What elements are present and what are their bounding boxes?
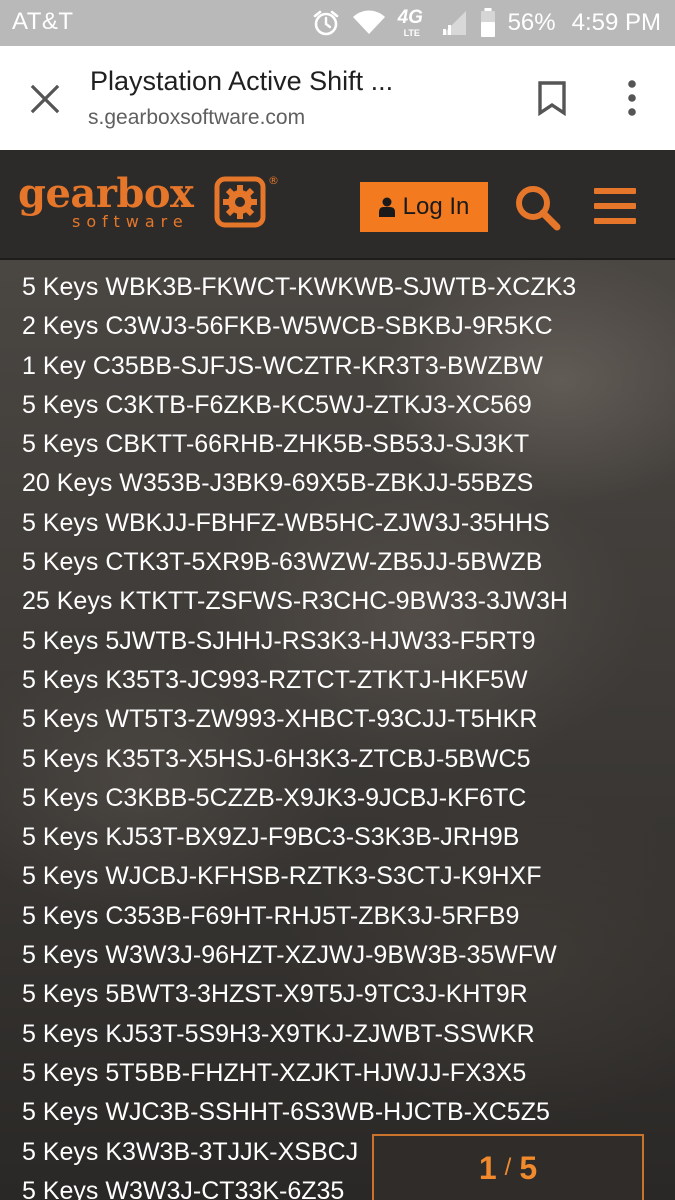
page-url[interactable]: s.gearboxsoftware.com: [88, 106, 305, 130]
logo-wordmark: gearbox: [18, 170, 194, 217]
hamburger-icon: [594, 188, 636, 194]
search-icon: [516, 186, 561, 231]
page-title: Playstation Active Shift ...: [90, 66, 394, 96]
key-item: 5 Keys WJCBJ-KFHSB-RZTK3-S3CTJ-K9HXF: [22, 862, 542, 891]
key-item: 5 Keys WBK3B-FKWCT-KWKWB-SJWTB-XCZK3: [22, 273, 577, 301]
key-item: 1 Key C35BB-SJFJS-WCZTR-KR3T3-BWZBW: [22, 351, 543, 380]
key-item: 5 Keys K35T3-JC993-RZTCT-ZTKTJ-HKF5W: [22, 665, 528, 694]
overflow-menu-button[interactable]: [610, 74, 654, 122]
key-item: 5 Keys 5T5BB-FHZHT-XZJKT-HJWJJ-FX3X5: [22, 1058, 527, 1087]
signal-icon: [441, 11, 466, 35]
key-item: 5 Keys KJ53T-5S9H3-X9TKJ-ZJWBT-SSWKR: [22, 1019, 535, 1048]
key-item: 2 Keys C3WJ3-56FKB-W5WCB-SBKBJ-9R5KC: [22, 312, 553, 341]
key-item: 5 Keys W3W3J-96HZT-XZJWJ-9BW3B-35WFW: [22, 941, 557, 970]
hamburger-menu-button[interactable]: [592, 186, 640, 230]
clock: 4:59 PM: [571, 9, 661, 36]
key-item: 5 Keys K35T3-X5HSJ-6H3K3-ZTCBJ-5BWC5: [22, 744, 531, 773]
key-item: 5 Keys CBKTT-66RHB-ZHK5B-SB53J-SJ3KT: [22, 430, 530, 459]
key-item: 5 Keys C3KBB-5CZZB-X9JK3-9JCBJ-KF6TC: [22, 783, 527, 812]
bookmark-button[interactable]: [530, 76, 574, 120]
wifi-icon: [352, 10, 385, 34]
key-item: 5 Keys WT5T3-ZW993-XHBCT-93CJJ-T5HKR: [22, 705, 538, 734]
key-item: 5 Keys WJC3B-SSHHT-6S3WB-HJCTB-XC5Z5: [22, 1098, 550, 1127]
key-item: 20 Keys W353B-J3BK9-69X5B-ZBKJJ-55BZS: [22, 469, 534, 498]
page-indicator[interactable]: 1 / 5: [372, 1134, 644, 1200]
user-icon: [378, 197, 395, 217]
gear-logo-icon: [214, 176, 266, 228]
logo-subtitle: software: [72, 212, 189, 231]
close-tab-button[interactable]: [22, 76, 68, 122]
key-item: 5 Keys CTK3T-5XR9B-63WZW-ZB5JJ-5BWZB: [22, 548, 543, 577]
login-label: Log In: [402, 193, 470, 220]
key-item: 5 Keys C353B-F69HT-RHJ5T-ZBK3J-5RFB9: [22, 901, 520, 930]
key-item: 5 Keys KJ53T-BX9ZJ-F9BC3-S3K3B-JRH9B: [22, 823, 520, 852]
battery-icon: [480, 8, 495, 37]
key-item: 5 Keys C3KTB-F6ZKB-KC5WJ-ZTKJ3-XC569: [22, 390, 532, 419]
carrier-label: AT&T: [12, 8, 74, 35]
network-type-icon: 4G LTE: [397, 7, 423, 38]
battery-percent: 56%: [507, 9, 556, 36]
status-bar: AT&T 4G LTE 56% 4:59 PM: [0, 0, 675, 46]
key-item: 5 Keys 5JWTB-SJHHJ-RS3K3-HJW33-F5RT9: [22, 626, 536, 655]
alarm-icon: [313, 10, 338, 36]
status-icons: 4G LTE 56% 4:59 PM: [312, 4, 661, 42]
registered-mark: ®: [268, 174, 279, 187]
key-item: 5 Keys 5BWT3-3HZST-X9T5J-9TC3J-KHT9R: [22, 980, 528, 1009]
current-page: 1: [478, 1149, 497, 1186]
close-icon: [30, 84, 60, 114]
total-pages: 5: [519, 1149, 538, 1186]
key-list: 5 Keys WBK3B-FKWCT-KWKWB-SJWTB-XCZK3 2 K…: [22, 268, 576, 1200]
site-header: gearbox software ®: [0, 150, 675, 260]
browser-toolbar: Playstation Active Shift ... s.gearboxso…: [0, 46, 675, 150]
search-button[interactable]: [512, 182, 562, 232]
page-separator: /: [504, 1154, 512, 1181]
login-button[interactable]: Log In: [360, 182, 488, 232]
key-item: 25 Keys KTKTT-ZSFWS-R3CHC-9BW33-3JW3H: [22, 587, 568, 616]
bookmark-icon: [538, 81, 566, 116]
more-vert-icon: [628, 80, 636, 116]
key-list-container[interactable]: 5 Keys WBK3B-FKWCT-KWKWB-SJWTB-XCZK3 2 K…: [0, 260, 675, 1200]
key-item: 5 Keys WBKJJ-FBHFZ-WB5HC-ZJW3J-35HHS: [22, 508, 550, 537]
gearbox-logo[interactable]: gearbox software ®: [18, 170, 279, 238]
